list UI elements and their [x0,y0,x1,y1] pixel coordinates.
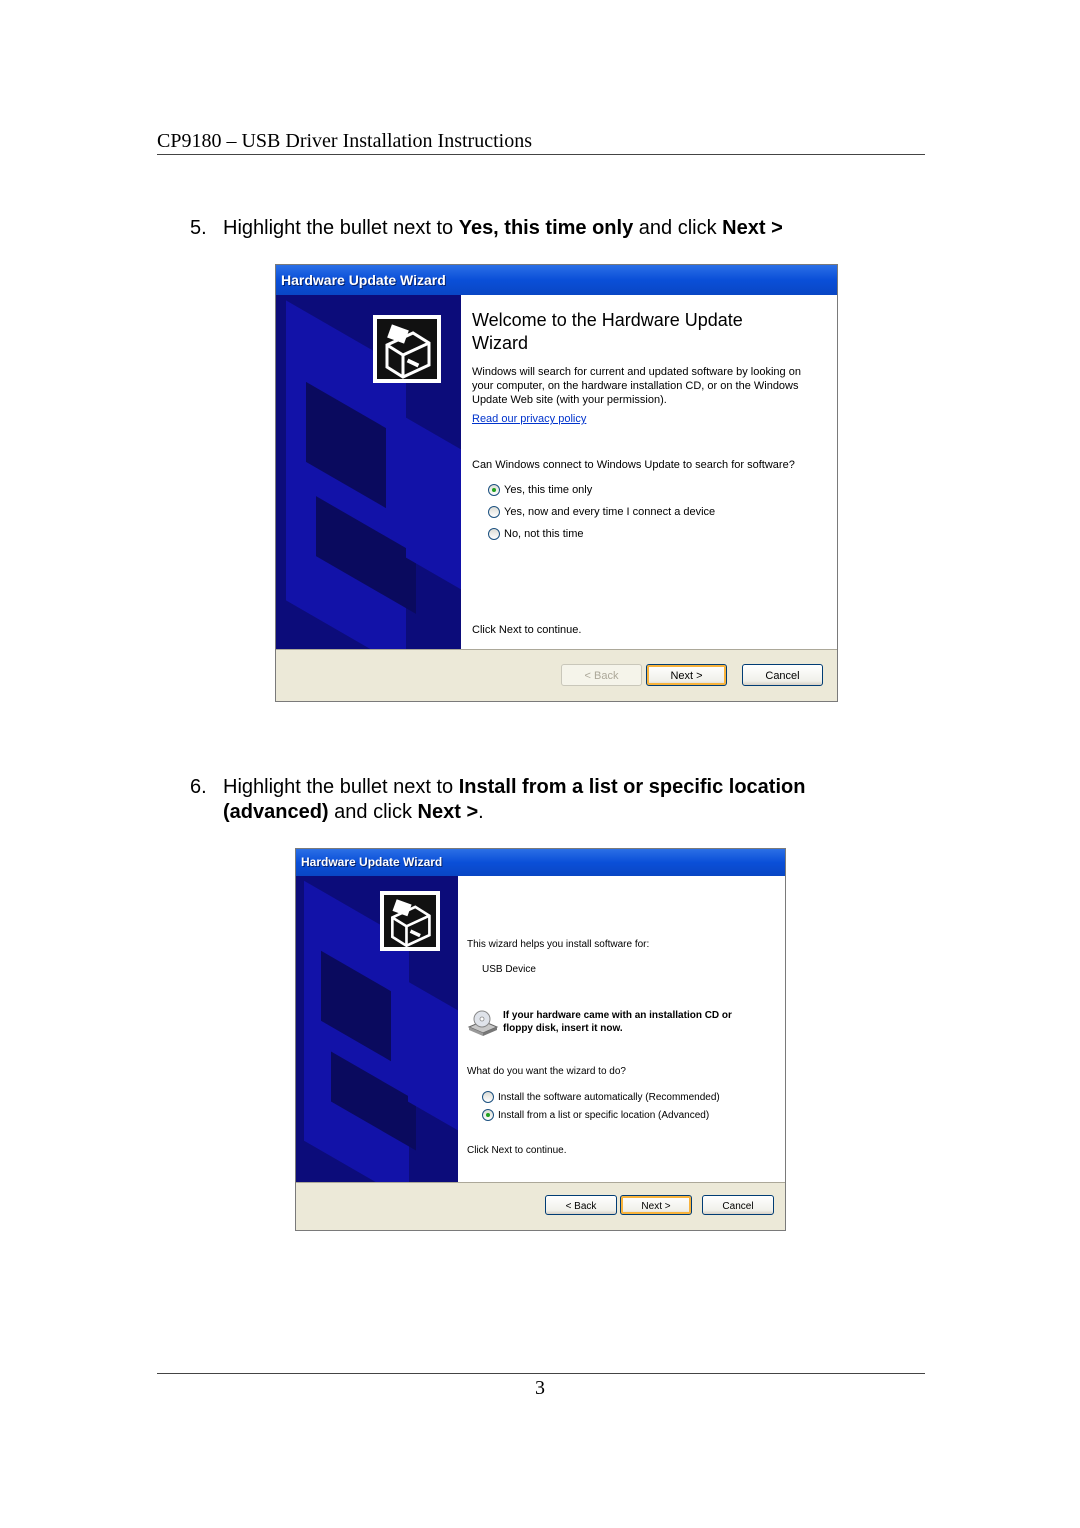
wizard-question: Can Windows connect to Windows Update to… [472,459,795,471]
radio-label: Install the software automatically (Reco… [498,1091,720,1103]
step-number: 6. [190,776,207,798]
step-emphasis: (advanced) [223,801,329,823]
radio-no-not-this-time[interactable]: No, not this time [488,523,837,545]
step-text-part: . [478,801,484,823]
back-button[interactable]: < Back [545,1195,617,1215]
wizard-question: What do you want the wizard to do? [467,1066,626,1077]
step-6: 6. Highlight the bullet next to Install f… [190,775,870,825]
hardware-update-wizard-install-options: Hardware Update Wizard This wizard helps… [295,848,786,1231]
step-line-1: 6. Highlight the bullet next to Install f… [190,775,870,800]
hardware-icon [373,315,441,383]
wizard-body: Welcome to the Hardware Update Wizard Wi… [276,295,837,649]
cd-prompt: If your hardware came with an installati… [467,1009,785,1037]
step-text-part: Highlight the bullet next to [223,217,459,239]
wizard-description: Windows will search for current and upda… [472,366,801,406]
wizard-content: This wizard helps you install software f… [458,876,785,1182]
step-emphasis: Yes, this time only [458,217,634,239]
radio-unselected-icon[interactable] [488,506,500,518]
cd-prompt-text: If your hardware came with an installati… [503,1010,732,1034]
step-text-part: and click [633,217,723,239]
radio-unselected-icon[interactable] [482,1091,494,1103]
step-emphasis: Next > [722,217,783,239]
header-rule [157,154,925,155]
radio-selected-icon[interactable] [482,1109,494,1121]
step-emphasis: Next > [417,801,479,823]
step-5: 5. Highlight the bullet next to Yes, this… [190,216,870,241]
radio-yes-every-time[interactable]: Yes, now and every time I connect a devi… [488,501,837,523]
step-text-part: and click [328,801,418,823]
hardware-icon [380,891,440,951]
cancel-button[interactable]: Cancel [702,1195,774,1215]
document-header: CP9180 – USB Driver Installation Instruc… [157,130,532,152]
footer-rule [157,1373,925,1374]
wizard-intro: This wizard helps you install software f… [467,939,650,950]
radio-yes-this-time-only[interactable]: Yes, this time only [488,479,837,501]
step-text-part: Highlight the bullet next to [223,776,459,798]
next-button[interactable]: Next > [646,664,727,686]
radio-selected-icon[interactable] [488,484,500,496]
radio-label: Yes, this time only [504,484,593,496]
install-options: Install the software automatically (Reco… [482,1088,785,1124]
cancel-button[interactable]: Cancel [742,664,823,686]
radio-install-automatically[interactable]: Install the software automatically (Reco… [482,1088,785,1106]
page-number: 3 [535,1377,545,1399]
privacy-policy-link[interactable]: Read our privacy policy [472,412,837,426]
next-button[interactable]: Next > [620,1195,692,1215]
step-line-2: (advanced) and click Next >. [190,800,870,825]
back-button[interactable]: < Back [561,664,642,686]
wizard-body: This wizard helps you install software f… [296,876,785,1182]
step-emphasis: Install from a list or specific location [458,776,806,798]
continue-instruction: Click Next to continue. [467,1145,567,1156]
wizard-heading: Welcome to the Hardware Update Wizard [472,310,743,353]
update-options: Yes, this time only Yes, now and every t… [488,479,837,545]
wizard-title-bar: Hardware Update Wizard [276,265,837,295]
wizard-footer: < Back Next > Cancel [296,1183,785,1228]
radio-install-from-list[interactable]: Install from a list or specific location… [482,1106,785,1124]
hardware-update-wizard-welcome: Hardware Update Wizard Welcome to the Ha… [275,264,838,702]
cd-drive-icon [467,1009,499,1037]
wizard-footer: < Back Next > Cancel [276,650,837,701]
wizard-sidebar-graphic [296,876,458,1182]
wizard-sidebar-graphic [276,295,461,649]
step-number: 5. [190,217,207,239]
wizard-content: Welcome to the Hardware Update Wizard Wi… [461,295,837,649]
radio-unselected-icon[interactable] [488,528,500,540]
device-name: USB Device [482,964,536,975]
wizard-title-bar: Hardware Update Wizard [296,849,785,876]
radio-label: Install from a list or specific location… [498,1109,710,1121]
radio-label: No, not this time [504,528,584,540]
continue-instruction: Click Next to continue. [472,624,582,636]
step-text: Highlight the bullet next to Yes, this t… [223,217,783,239]
radio-label: Yes, now and every time I connect a devi… [504,506,716,518]
